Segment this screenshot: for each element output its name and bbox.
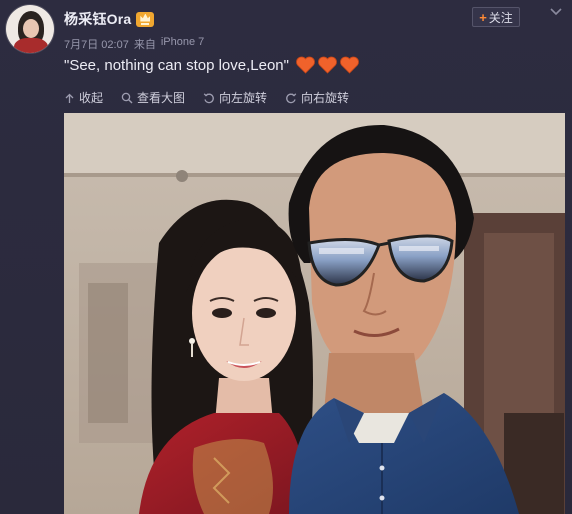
source-device: iPhone 7 [160,36,205,48]
magnifier-icon [121,92,133,104]
post-text-row: "See, nothing can stop love,Leon" [64,54,360,76]
view-large-label: 查看大图 [137,91,186,105]
selfie-illustration [64,113,565,514]
image-toolbar: 收起 查看大图 向左旋转 向右旋转 [64,89,349,106]
heart-icon [339,56,360,74]
avatar-dress [14,38,48,53]
rotate-left-button[interactable]: 向左旋转 [203,89,267,106]
vip-crown-icon[interactable] [136,11,155,27]
post-text: "See, nothing can stop love,Leon" [64,56,289,74]
username[interactable]: 杨采钰Ora [64,9,131,29]
heart-icon [317,56,338,74]
collapse-up-icon [64,92,75,104]
source-prefix: 来自 [133,39,156,51]
weibo-post: 杨采钰Ora 7月7日 02:07 来自 iPhone 7 + 关注 "See,… [0,0,572,514]
username-row: 杨采钰Ora [64,9,155,29]
rotate-left-label: 向左旋转 [219,91,268,105]
heart-icon [295,56,316,74]
post-photo[interactable] [64,113,565,514]
chevron-down-icon[interactable] [548,6,564,18]
collapse-label: 收起 [79,91,104,105]
rotate-left-icon [203,92,215,104]
plus-icon: + [479,9,487,25]
collapse-button[interactable]: 收起 [64,89,103,106]
view-large-button[interactable]: 查看大图 [121,89,185,106]
follow-button[interactable]: + 关注 [472,7,520,27]
hearts-emoji [295,56,360,74]
rotate-right-label: 向右旋转 [301,91,350,105]
follow-label: 关注 [488,10,513,25]
rotate-right-icon [285,92,297,104]
post-date[interactable]: 7月7日 02:07 [64,36,129,52]
rotate-right-button[interactable]: 向右旋转 [285,89,349,106]
avatar-face [23,19,39,38]
post-meta: 7月7日 02:07 来自 iPhone 7 [64,36,204,52]
avatar[interactable] [6,5,54,53]
